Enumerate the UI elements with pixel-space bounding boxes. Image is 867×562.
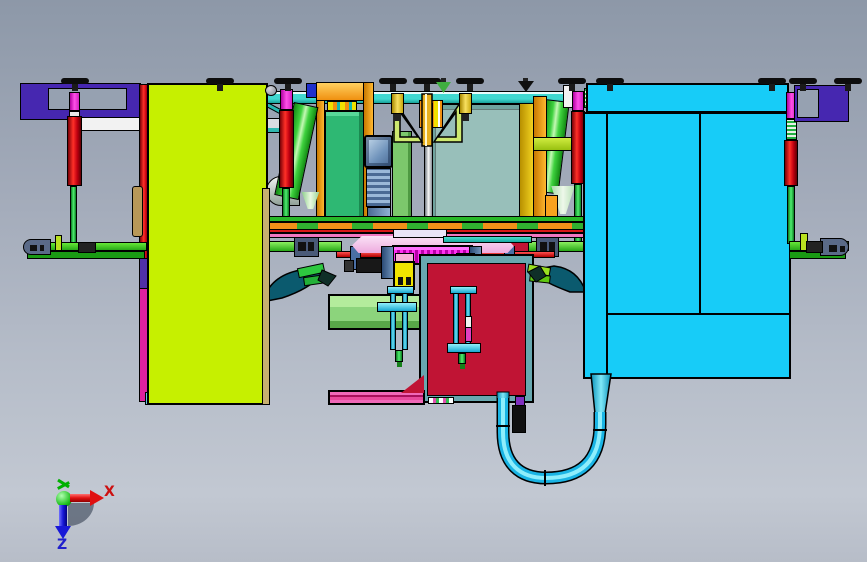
cap-dot [30, 245, 37, 251]
red-cylinder-midleft[interactable] [279, 110, 294, 188]
rail-end-cap-left [23, 239, 51, 255]
suction-cup [456, 77, 484, 92]
white-beam[interactable] [76, 117, 143, 131]
black-clamp-left [78, 242, 96, 253]
guide-left-bar[interactable] [377, 302, 417, 312]
guide-right-magenta-bit [465, 327, 472, 342]
cone-cup-green [436, 78, 451, 94]
cap-dot [40, 245, 44, 251]
x-axis-label: X [104, 484, 115, 500]
guide-right-tip [458, 353, 466, 364]
gold-cylinder-right [459, 93, 472, 114]
guide-right-bar[interactable] [447, 343, 481, 353]
gray-ball-joint [265, 85, 277, 96]
cap-dot [840, 246, 845, 252]
purple-beam-right-notch [797, 89, 819, 118]
z-axis-arrow [59, 505, 67, 527]
clamp-jaw [540, 242, 547, 251]
x-axis-arrowhead [90, 490, 104, 506]
guide-left-tip-end [397, 362, 402, 367]
red-cylinder-farright[interactable] [784, 140, 798, 186]
rail-end-cap-right [820, 238, 849, 256]
pale-green-beam[interactable] [328, 294, 425, 330]
cable-hose[interactable] [488, 368, 628, 492]
z-axis-label: Z [57, 537, 68, 553]
guide-left-tee [387, 286, 414, 294]
gripper-arm-left[interactable] [260, 262, 342, 306]
gold-cylinder-left [391, 93, 404, 114]
suction-cup [758, 77, 786, 92]
black-clamp-right [806, 241, 823, 253]
magenta-cap-midleft [280, 89, 293, 110]
clamp-jaw [298, 242, 306, 251]
dash-strip [428, 397, 454, 404]
dark-bit-left [344, 260, 354, 272]
block-dot [398, 277, 403, 285]
suction-cup [789, 77, 817, 92]
guide-right-tip-end [460, 364, 465, 369]
green-rod-farleft [70, 186, 77, 244]
suction-cup [834, 77, 862, 92]
guide-left-rod [402, 286, 408, 350]
lime-tab-left [55, 235, 62, 251]
gripper-arm-right[interactable] [526, 260, 588, 296]
clamp-jaw [549, 242, 555, 251]
axis-triad[interactable]: X Z [46, 476, 120, 552]
guide-right-tee [450, 286, 477, 294]
suction-cup [274, 77, 302, 92]
cyan-panel-b[interactable] [699, 112, 791, 315]
cyan-left-column[interactable] [583, 112, 608, 379]
guide-right-rod [453, 286, 459, 348]
spring-coil-right [786, 119, 797, 140]
olive-strip [519, 103, 534, 226]
guide-left-tip [395, 350, 403, 362]
green-panel[interactable] [324, 110, 365, 229]
guide-left-rod [390, 286, 396, 350]
suction-cup [206, 77, 234, 92]
tan-edge-strip [262, 188, 270, 405]
red-cylinder-farleft[interactable] [67, 116, 82, 186]
suction-cup [61, 77, 89, 92]
motor-body[interactable] [366, 168, 391, 207]
cyan-panel-c[interactable] [606, 313, 791, 379]
cad-viewport[interactable]: X Z [0, 0, 867, 562]
suction-cup [596, 77, 624, 92]
suction-cup [379, 77, 407, 92]
green-rod-farright [787, 186, 795, 244]
gold-cylinder-left-tip [394, 114, 401, 121]
magenta-cap-midright [572, 91, 584, 111]
block-dot [406, 277, 411, 285]
magenta-cap-farleft [69, 92, 80, 111]
lavender-block [393, 229, 447, 238]
suction-cup [558, 77, 586, 92]
shadow-arc [68, 503, 94, 526]
cap-dot [829, 245, 837, 252]
gold-cylinder-right-tip [462, 114, 469, 121]
clamp-jaw [308, 242, 314, 251]
chartreuse-panel[interactable] [147, 83, 268, 405]
cone-cup-black [518, 78, 534, 94]
x-axis-arrow [70, 494, 92, 502]
cyan-panel-a[interactable] [606, 112, 701, 315]
tan-handle [132, 186, 143, 237]
inner-clamp-left [294, 237, 319, 257]
teal-strip-on-plate [443, 236, 532, 243]
